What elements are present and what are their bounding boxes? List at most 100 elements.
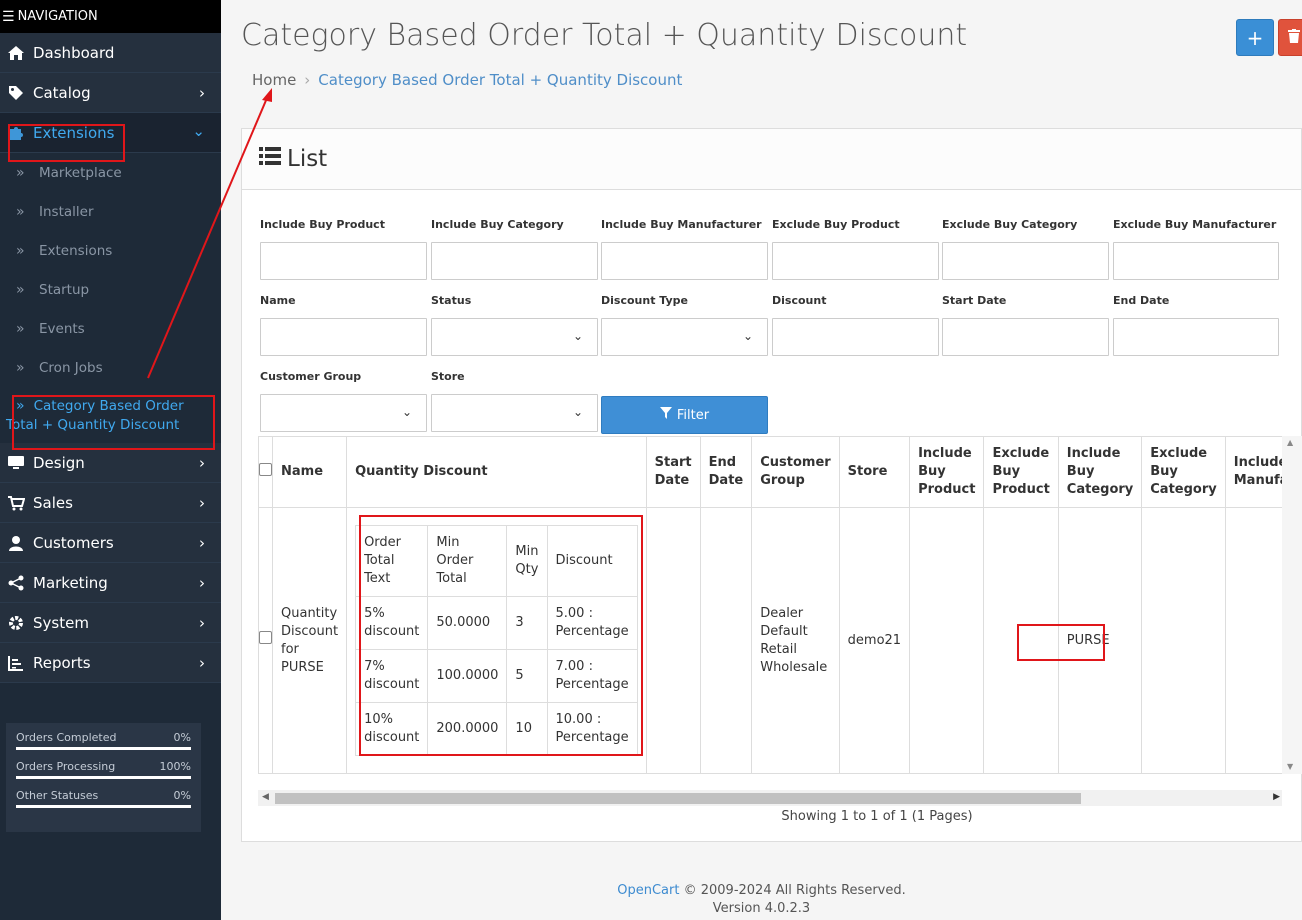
sidebar-item-system[interactable]: System ›	[0, 603, 221, 643]
filter-button-label: Filter	[676, 407, 710, 423]
th-include-buy-product[interactable]: Include Buy Product	[909, 436, 985, 508]
exclude-buy-product-input[interactable]	[772, 242, 939, 280]
exclude-buy-manufacturer-input[interactable]	[1113, 242, 1279, 280]
include-buy-manufacturer-input[interactable]	[601, 242, 768, 280]
store-select[interactable]: ⌄	[431, 394, 598, 432]
nav-header[interactable]: ☰ NAVIGATION	[0, 0, 221, 33]
scrollbar-thumb[interactable]	[275, 793, 1081, 804]
chevron-right-icon: ›	[199, 454, 205, 472]
breadcrumb-separator: ›	[304, 71, 311, 89]
chevron-right-icon: ›	[199, 534, 205, 552]
row-checkbox[interactable]	[259, 631, 272, 644]
status-select[interactable]: ⌄	[431, 318, 598, 356]
stat-value: 0%	[173, 789, 191, 802]
sidebar-item-label: Customers	[33, 533, 114, 552]
row-select-cell	[258, 507, 273, 774]
chevron-right-icon: ›	[199, 654, 205, 672]
label-discount: Discount	[772, 294, 827, 307]
th-quantity-discount[interactable]: Quantity Discount	[346, 436, 647, 508]
sidebar-item-label: Design	[33, 453, 85, 472]
stat-orders-processing: Orders Processing 100%	[16, 760, 191, 779]
sidebar-subitem-installer[interactable]: » Installer	[0, 192, 221, 231]
stat-orders-completed: Orders Completed 0%	[16, 731, 191, 750]
scroll-up-icon[interactable]: ▲	[1287, 438, 1293, 447]
nav-header-label: NAVIGATION	[17, 9, 98, 24]
sidebar-item-reports[interactable]: Reports ›	[0, 643, 221, 683]
row-end-date	[699, 507, 753, 774]
include-buy-product-input[interactable]	[260, 242, 427, 280]
footer: OpenCart © 2009-2024 All Rights Reserved…	[221, 882, 1302, 918]
row-start-date	[645, 507, 701, 774]
cart-icon	[5, 495, 27, 511]
select-all-checkbox[interactable]	[259, 462, 272, 476]
double-chevron-icon: »	[16, 359, 25, 376]
double-chevron-icon: »	[16, 281, 25, 298]
sidebar-subitem-cron-jobs[interactable]: » Cron Jobs	[0, 348, 221, 387]
start-date-input[interactable]	[942, 318, 1109, 356]
row-include-buy-manufacturer	[1224, 507, 1282, 774]
label-include-buy-product: Include Buy Product	[260, 218, 385, 231]
scroll-left-icon[interactable]: ◀	[262, 792, 269, 802]
sidebar-subitem-events[interactable]: » Events	[0, 309, 221, 348]
include-buy-category-input[interactable]	[431, 242, 598, 280]
sidebar-subitem-label: Installer	[39, 203, 94, 220]
filter-icon	[659, 407, 672, 423]
chevron-down-icon: ⌄	[572, 405, 583, 419]
vertical-scrollbar[interactable]: ▲ ▼	[1282, 436, 1302, 774]
th-store[interactable]: Store	[838, 436, 911, 508]
th-exclude-buy-product[interactable]: Exclude Buy Product	[983, 436, 1059, 508]
bar-chart-icon	[5, 655, 27, 671]
th-include-buy-category[interactable]: Include Buy Category	[1057, 436, 1143, 508]
list-icon	[259, 146, 281, 172]
horizontal-scrollbar[interactable]: ◀ ▶	[258, 790, 1282, 806]
sidebar-item-catalog[interactable]: Catalog ›	[0, 73, 221, 113]
label-exclude-buy-product: Exclude Buy Product	[772, 218, 900, 231]
breadcrumb-home[interactable]: Home	[252, 71, 296, 89]
chevron-right-icon: ›	[199, 84, 205, 102]
discount-type-select[interactable]: ⌄	[601, 318, 768, 356]
sidebar-item-dashboard[interactable]: Dashboard	[0, 33, 221, 73]
sidebar-item-sales[interactable]: Sales ›	[0, 483, 221, 523]
label-start-date: Start Date	[942, 294, 1007, 307]
sidebar-item-marketing[interactable]: Marketing ›	[0, 563, 221, 603]
th-include-buy-manufacturer[interactable]: Include Buy Manufacturer	[1224, 436, 1282, 508]
stat-value: 100%	[159, 760, 191, 773]
sidebar-subitem-label: Marketplace	[39, 164, 122, 181]
label-end-date: End Date	[1113, 294, 1170, 307]
footer-version: Version 4.0.2.3	[712, 901, 811, 916]
stat-value: 0%	[173, 731, 191, 744]
name-input[interactable]	[260, 318, 427, 356]
sidebar-subitem-label: Events	[39, 320, 85, 337]
main-content: Category Based Order Total + Quantity Di…	[221, 0, 1302, 920]
sidebar-subitem-startup[interactable]: » Startup	[0, 270, 221, 309]
annotation-box-extensions	[8, 124, 125, 162]
end-date-input[interactable]	[1113, 318, 1279, 356]
label-customer-group: Customer Group	[260, 370, 362, 383]
opencart-link[interactable]: OpenCart	[617, 883, 679, 898]
chevron-right-icon: ›	[199, 574, 205, 592]
menu-icon[interactable]: ☰	[2, 9, 15, 25]
breadcrumb-current[interactable]: Category Based Order Total + Quantity Di…	[318, 71, 682, 89]
delete-button[interactable]	[1278, 19, 1302, 56]
sidebar-subitem-extensions[interactable]: » Extensions	[0, 231, 221, 270]
double-chevron-icon: »	[16, 203, 25, 220]
gear-icon	[5, 615, 27, 631]
filter-button[interactable]: Filter	[601, 396, 768, 434]
th-end-date[interactable]: End Date	[699, 436, 753, 508]
add-button[interactable]: +	[1236, 19, 1274, 56]
exclude-buy-category-input[interactable]	[942, 242, 1109, 280]
th-exclude-buy-category[interactable]: Exclude Buy Category	[1141, 436, 1226, 508]
th-name[interactable]: Name	[271, 436, 348, 508]
discount-input[interactable]	[772, 318, 939, 356]
chevron-right-icon: ›	[199, 614, 205, 632]
table-header-row: Name Quantity Discount Start Date End Da…	[258, 436, 1282, 508]
row-name: Quantity Discount for PURSE	[271, 507, 348, 774]
customer-group-select[interactable]: ⌄	[260, 394, 427, 432]
scroll-right-icon[interactable]: ▶	[1273, 792, 1280, 802]
th-start-date[interactable]: Start Date	[645, 436, 701, 508]
tag-icon	[5, 85, 27, 101]
sidebar-item-customers[interactable]: Customers ›	[0, 523, 221, 563]
th-customer-group[interactable]: Customer Group	[751, 436, 840, 508]
row-customer-group: Dealer Default Retail Wholesale	[751, 507, 840, 774]
scroll-down-icon[interactable]: ▼	[1287, 762, 1293, 771]
